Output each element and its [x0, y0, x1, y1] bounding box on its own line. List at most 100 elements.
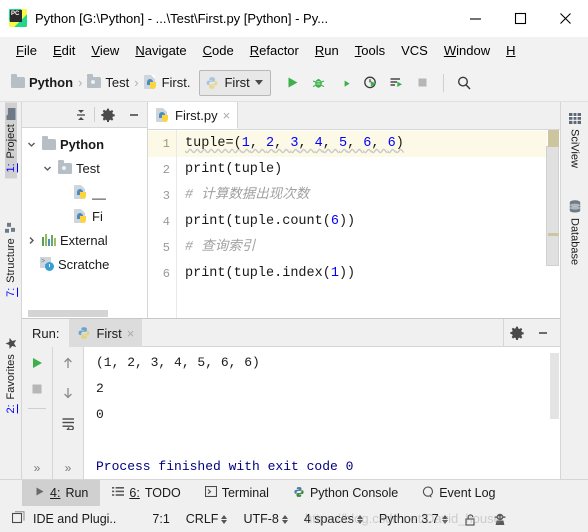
- tree-item-external-libraries[interactable]: External: [22, 228, 147, 252]
- chevron-down-icon[interactable]: [24, 140, 38, 149]
- line-separator-selector[interactable]: CRLF: [178, 512, 236, 526]
- run-button[interactable]: [281, 71, 305, 95]
- project-horizontal-scrollbar[interactable]: [22, 309, 147, 318]
- tree-item-test[interactable]: Test: [22, 156, 147, 180]
- gear-icon[interactable]: [95, 103, 121, 127]
- project-tool-window: Python Test __ Fi External >_ Scratche: [22, 102, 148, 318]
- collapse-all-icon[interactable]: [68, 103, 94, 127]
- menu-edit[interactable]: Edit: [45, 41, 83, 60]
- code-text[interactable]: tuple=(1, 2, 3, 4, 5, 6, 6) print(tuple)…: [176, 130, 547, 318]
- ide-notification[interactable]: IDE and Plugi..: [8, 511, 124, 527]
- interpreter-selector[interactable]: Python 3.7: [371, 512, 456, 526]
- previous-occurrence-button[interactable]: [57, 352, 79, 374]
- menu-refactor[interactable]: Refactor: [242, 41, 307, 60]
- hide-run-panel-icon[interactable]: [530, 321, 556, 345]
- bottom-tab-event-log[interactable]: Event Log: [410, 480, 507, 506]
- toolbar-divider: [442, 73, 444, 92]
- tree-item-label: Fi: [92, 208, 103, 224]
- close-icon[interactable]: ×: [127, 327, 135, 340]
- sidebar-item-database[interactable]: Database: [569, 195, 581, 270]
- rerun-button[interactable]: [26, 352, 48, 374]
- python-file-icon: [74, 184, 88, 200]
- python-file-icon: [74, 208, 88, 224]
- breadcrumb-first[interactable]: First.: [141, 73, 194, 92]
- chevron-down-icon[interactable]: [40, 164, 54, 173]
- menu-run[interactable]: Run: [307, 41, 347, 60]
- bottom-tab-terminal[interactable]: Terminal: [193, 480, 281, 506]
- run-with-coverage-button[interactable]: [333, 71, 357, 95]
- run-with-console-button[interactable]: [385, 71, 409, 95]
- profile-button[interactable]: [359, 71, 383, 95]
- breadcrumb-python[interactable]: Python: [8, 73, 76, 92]
- soft-wrap-button[interactable]: [57, 412, 79, 434]
- breadcrumb-test[interactable]: Test: [84, 73, 132, 92]
- hector-inspector-icon[interactable]: [485, 513, 515, 526]
- code-line-1[interactable]: tuple=(1, 2, 3, 4, 5, 6, 6): [177, 131, 547, 157]
- tool-window-label: SciView: [568, 129, 581, 168]
- chevrons-right-icon[interactable]: »: [34, 462, 41, 474]
- encoding-selector[interactable]: UTF-8: [235, 512, 295, 526]
- editor-scrollbar[interactable]: [546, 130, 560, 318]
- bottom-tab-python-console[interactable]: Python Console: [281, 480, 410, 506]
- code-token: tuple=: [185, 136, 234, 151]
- menu-navigate[interactable]: Navigate: [127, 41, 194, 60]
- chevron-right-icon[interactable]: [24, 236, 38, 245]
- tree-item-init-file[interactable]: __: [22, 180, 147, 204]
- sidebar-item-structure[interactable]: 7: Structure: [5, 216, 17, 303]
- tree-item-label: __: [92, 184, 107, 200]
- run-tab-first[interactable]: First ×: [69, 319, 143, 347]
- close-icon[interactable]: ×: [223, 109, 231, 122]
- indent-selector[interactable]: 4 spaces: [296, 512, 371, 526]
- sidebar-item-project[interactable]: 1: Project: [4, 102, 17, 179]
- menu-file[interactable]: File: [8, 41, 45, 60]
- run-configuration-selector[interactable]: First: [199, 69, 271, 96]
- code-line-2[interactable]: print(tuple): [177, 157, 547, 183]
- menu-help[interactable]: H: [498, 41, 523, 60]
- chevron-down-icon[interactable]: [254, 80, 263, 85]
- unlocked-icon[interactable]: [456, 513, 485, 526]
- tree-item-first-file[interactable]: Fi: [22, 204, 147, 228]
- menu-vcs[interactable]: VCS: [393, 41, 436, 60]
- maximize-icon[interactable]: [498, 0, 543, 36]
- run-panel-label: Run:: [32, 325, 60, 341]
- line-number: 1: [148, 131, 176, 157]
- bottom-tab-run[interactable]: 4: Run: [22, 480, 101, 506]
- search-everywhere-icon[interactable]: [452, 71, 476, 95]
- sidebar-item-favorites[interactable]: 2: Favorites: [5, 331, 17, 419]
- caret-position[interactable]: 7:1: [144, 512, 177, 526]
- minimize-icon[interactable]: [453, 0, 498, 36]
- code-line-4[interactable]: print(tuple.count(6)): [177, 209, 547, 235]
- stop-button[interactable]: [411, 71, 435, 95]
- menu-window[interactable]: Window: [436, 41, 498, 60]
- console-scrollbar[interactable]: [548, 347, 560, 479]
- tree-item-python[interactable]: Python: [22, 132, 147, 156]
- code-line-3[interactable]: # 计算数据出现次数: [177, 183, 547, 209]
- project-panel-header: [22, 102, 147, 128]
- bottom-tab-todo[interactable]: 6: TODO: [100, 480, 192, 506]
- editor-tab-first-py[interactable]: First.py ×: [148, 102, 239, 129]
- tree-item-label: Python: [60, 136, 105, 152]
- debug-button[interactable]: [307, 71, 331, 95]
- code-token: )): [338, 214, 356, 229]
- menu-view[interactable]: View: [83, 41, 127, 60]
- menu-tools[interactable]: Tools: [347, 41, 393, 60]
- status-message: IDE and Plugi..: [33, 512, 117, 526]
- stop-process-button[interactable]: [26, 378, 48, 400]
- tree-item-scratches[interactable]: >_ Scratche: [22, 252, 147, 276]
- hide-panel-icon[interactable]: [121, 103, 147, 127]
- sidebar-item-sciview[interactable]: SciView: [568, 108, 581, 173]
- code-line-6[interactable]: print(tuple.index(1)): [177, 261, 547, 287]
- status-bar: https://blog.csdn.net/David_house IDE an…: [0, 506, 588, 532]
- console-line: 2: [96, 381, 104, 396]
- gear-icon[interactable]: [504, 321, 530, 345]
- tree-item-label: External: [60, 232, 108, 248]
- code-line-5[interactable]: # 查询索引: [177, 235, 547, 261]
- terminal-icon: [204, 485, 217, 500]
- next-occurrence-button[interactable]: [57, 382, 79, 404]
- menu-code[interactable]: Code: [195, 41, 242, 60]
- run-console-output[interactable]: (1, 2, 3, 4, 5, 6, 6) 2 0 Process finish…: [84, 347, 548, 479]
- chevrons-right-icon-2[interactable]: »: [65, 462, 72, 474]
- breadcrumb-label: Test: [105, 75, 130, 90]
- run-tab-label: First: [96, 325, 122, 341]
- close-icon[interactable]: [543, 0, 588, 36]
